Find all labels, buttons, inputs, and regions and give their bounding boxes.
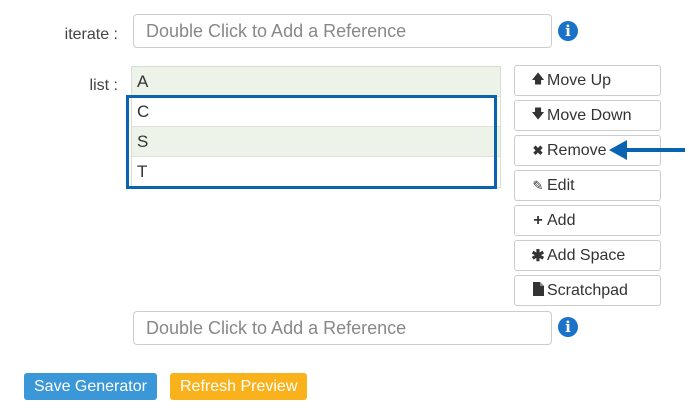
list-label: list : bbox=[89, 77, 118, 94]
add-space-button[interactable]: ✱ Add Space bbox=[514, 240, 661, 271]
arrow-down-icon: 🡇 bbox=[531, 105, 545, 121]
info-icon[interactable]: i bbox=[558, 317, 578, 337]
move-up-button[interactable]: 🡅 Move Up bbox=[514, 65, 661, 96]
add-space-label: Add Space bbox=[547, 246, 626, 264]
list-item[interactable]: S bbox=[132, 127, 500, 157]
list-box: A C S T bbox=[131, 66, 501, 188]
bottom-reference-input[interactable] bbox=[133, 311, 552, 345]
asterisk-icon: ✱ bbox=[531, 247, 545, 265]
scratchpad-button[interactable]: Scratchpad bbox=[514, 275, 661, 306]
pointer-arrow-icon bbox=[609, 140, 685, 160]
list-item[interactable]: T bbox=[132, 157, 500, 187]
file-icon bbox=[529, 282, 547, 299]
list-item[interactable]: A bbox=[132, 67, 500, 97]
pencil-icon: ✎ bbox=[532, 177, 544, 193]
move-up-label: Move Up bbox=[547, 71, 612, 89]
add-label: Add bbox=[547, 211, 576, 229]
save-generator-button[interactable]: Save Generator bbox=[24, 373, 157, 400]
move-down-button[interactable]: 🡇 Move Down bbox=[514, 100, 661, 131]
edit-label: Edit bbox=[547, 176, 575, 194]
info-icon[interactable]: i bbox=[558, 21, 578, 41]
iterate-label: iterate : bbox=[64, 26, 118, 43]
list-item[interactable]: C bbox=[132, 97, 500, 127]
iterate-reference-input[interactable] bbox=[133, 14, 552, 48]
move-down-label: Move Down bbox=[547, 106, 632, 124]
scratchpad-label: Scratchpad bbox=[547, 281, 628, 299]
edit-button[interactable]: ✎ Edit bbox=[514, 170, 661, 201]
refresh-preview-button[interactable]: Refresh Preview bbox=[170, 373, 308, 400]
remove-label: Remove bbox=[547, 141, 607, 159]
add-button[interactable]: + Add bbox=[514, 205, 661, 236]
close-icon: ✖ bbox=[532, 142, 544, 158]
list-actions: 🡅 Move Up 🡇 Move Down ✖ Remove ✎ Edit + … bbox=[514, 65, 661, 310]
arrow-up-icon: 🡅 bbox=[531, 70, 545, 86]
plus-icon: + bbox=[533, 211, 543, 229]
